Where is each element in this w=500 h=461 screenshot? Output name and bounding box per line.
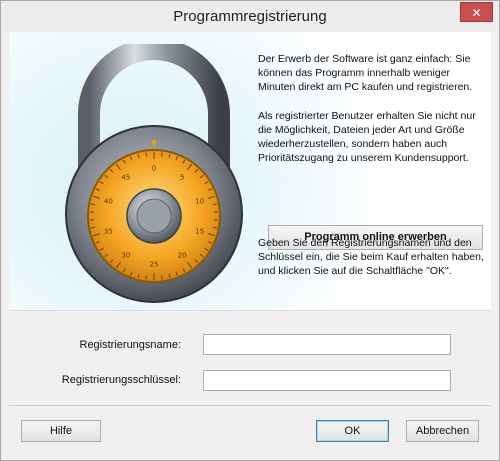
dial-tick <box>161 275 163 280</box>
dialog-title: Programmregistrierung <box>173 8 327 25</box>
registration-dialog: Programmregistrierung ✕ 0 5 10 15 20 25 … <box>0 0 500 461</box>
info-text-purchase: Der Erwerb der Software ist ganz einfach… <box>258 53 473 93</box>
title-bar[interactable]: Programmregistrierung ✕ <box>1 1 499 32</box>
info-text-instructions: Geben Sie den Registrierungsnamen und de… <box>258 237 484 277</box>
close-icon: ✕ <box>471 6 482 20</box>
padlock-combination-icon: 0 5 10 15 20 25 30 35 40 45 <box>65 44 243 303</box>
dial-number: 35 <box>104 227 113 235</box>
registration-name-label: Registrierungsname: <box>79 339 182 351</box>
registration-key-label: Registrierungsschlüssel: <box>61 374 181 386</box>
dial-number: 5 <box>180 174 184 182</box>
dial-number: 25 <box>150 261 159 269</box>
help-button[interactable]: Hilfe <box>21 420 101 442</box>
dial-number: 30 <box>121 251 130 259</box>
registration-name-input[interactable] <box>203 334 451 355</box>
dial-number: 10 <box>195 198 204 206</box>
cancel-button[interactable]: Abbrechen <box>406 420 479 442</box>
separator <box>9 405 491 406</box>
close-button[interactable]: ✕ <box>460 2 493 22</box>
dial-tick <box>161 152 163 157</box>
info-panel: 0 5 10 15 20 25 30 35 40 45 Der Erwerb der Softwa… <box>9 32 491 311</box>
dial-tick <box>145 152 147 157</box>
dial-number: 40 <box>104 198 113 206</box>
dial-number: 0 <box>152 165 156 173</box>
dial-tick <box>145 275 147 280</box>
info-text-benefits: Als registrierter Benutzer erhalten Sie … <box>258 110 476 164</box>
registration-key-input[interactable] <box>203 370 451 391</box>
dial-number: 20 <box>178 251 187 259</box>
ok-button[interactable]: OK <box>316 420 389 442</box>
dial-number: 15 <box>195 227 204 235</box>
dial-number: 45 <box>121 174 130 182</box>
